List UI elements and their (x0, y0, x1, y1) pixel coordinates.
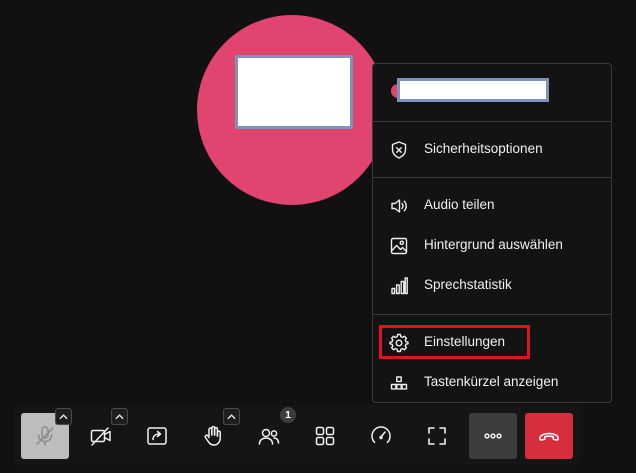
menu-item-share-audio[interactable]: Audio teilen (373, 188, 611, 224)
avatar-initials-redacted (235, 55, 353, 129)
hand-icon (204, 425, 221, 446)
camera-options-caret[interactable] (111, 408, 128, 425)
shortcuts-icon (389, 373, 409, 393)
menu-item-speaker-stats[interactable]: Sprechstatistik (373, 268, 611, 304)
participants-icon (258, 428, 280, 445)
bar-chart-icon (389, 276, 409, 296)
chevron-up-icon (115, 414, 124, 420)
hangup-button[interactable] (525, 413, 573, 459)
mic-off-icon (36, 426, 54, 446)
gauge-icon (371, 426, 391, 444)
menu-profile-header[interactable] (373, 64, 611, 122)
menu-divider (373, 314, 611, 315)
speaker-icon (389, 196, 409, 216)
hangup-icon (539, 432, 559, 441)
performance-settings-button[interactable] (357, 413, 405, 459)
profile-name-redacted (397, 78, 549, 102)
menu-item-label: Audio teilen (424, 197, 495, 212)
menu-item-label: Hintergrund auswählen (424, 237, 563, 252)
microphone-options-caret[interactable] (55, 408, 72, 425)
chevron-up-icon (227, 414, 236, 420)
gear-icon (389, 333, 409, 353)
menu-item-shortcuts[interactable]: Tastenkürzel anzeigen (373, 365, 611, 401)
chevron-up-icon (59, 414, 68, 420)
fullscreen-button[interactable] (413, 413, 461, 459)
shield-x-icon (389, 140, 409, 160)
menu-item-label: Sprechstatistik (424, 277, 512, 292)
menu-item-label: Einstellungen (424, 334, 506, 349)
screenshare-icon (147, 427, 167, 445)
menu-divider (373, 177, 611, 178)
more-icon (484, 433, 502, 439)
reactions-options-caret[interactable] (223, 408, 240, 425)
tile-view-button[interactable] (301, 413, 349, 459)
grid-icon (315, 426, 335, 446)
menu-item-settings[interactable]: Einstellungen (373, 325, 611, 361)
menu-item-background[interactable]: Hintergrund auswählen (373, 228, 611, 264)
camera-off-icon (90, 427, 111, 446)
image-icon (389, 236, 409, 256)
fullscreen-icon (428, 427, 446, 445)
menu-item-security[interactable]: Sicherheitsoptionen (373, 132, 611, 168)
participants-count-badge: 1 (280, 407, 296, 423)
more-actions-button[interactable] (469, 413, 517, 459)
menu-item-label: Sicherheitsoptionen (424, 141, 543, 156)
screenshare-button[interactable] (133, 413, 181, 459)
menu-item-label: Tastenkürzel anzeigen (424, 374, 559, 389)
more-actions-menu: Sicherheitsoptionen Audio teilen Hinterg… (372, 63, 612, 403)
